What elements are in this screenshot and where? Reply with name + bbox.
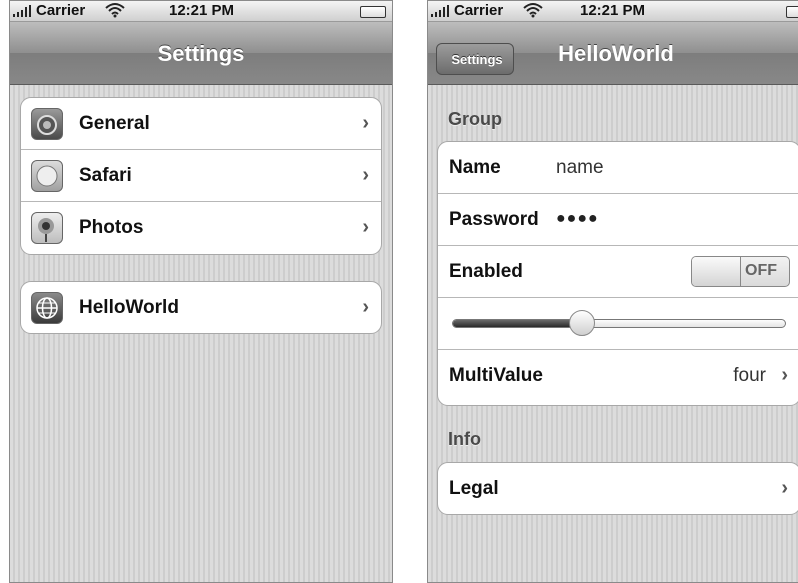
enabled-toggle[interactable]: OFF bbox=[691, 256, 790, 287]
settings-row-helloworld[interactable]: HelloWorld › bbox=[21, 282, 381, 333]
slider-fill bbox=[453, 320, 584, 327]
multivalue-value: four bbox=[733, 365, 766, 386]
row-label: Safari bbox=[79, 165, 132, 186]
slider-row bbox=[438, 298, 798, 350]
group-settings: Name name Password ●●●● Enabled OFF Mult… bbox=[437, 141, 798, 406]
settings-row-general[interactable]: General › bbox=[21, 98, 381, 150]
back-button[interactable]: Settings bbox=[436, 43, 514, 75]
compass-icon bbox=[31, 160, 63, 192]
multivalue-row[interactable]: MultiValue four › bbox=[438, 350, 798, 402]
slider-thumb[interactable] bbox=[569, 310, 596, 336]
toggle-state: OFF bbox=[745, 262, 777, 279]
slider-track[interactable] bbox=[452, 319, 786, 328]
legal-row[interactable]: Legal › bbox=[438, 463, 798, 514]
row-label: General bbox=[79, 113, 150, 134]
wifi-icon bbox=[105, 3, 125, 18]
signal-bars-icon bbox=[13, 5, 31, 17]
name-row[interactable]: Name name bbox=[438, 142, 798, 194]
settings-group-apps: General › Safari › Photos › bbox=[20, 97, 382, 255]
settings-group-custom: HelloWorld › bbox=[20, 281, 382, 334]
status-time: 12:21 PM bbox=[580, 2, 646, 19]
name-field[interactable]: name bbox=[556, 157, 604, 179]
battery-icon bbox=[786, 6, 798, 18]
section-header-group: Group bbox=[448, 109, 502, 129]
chevron-right-icon: › bbox=[781, 364, 788, 386]
navigation-bar: Settings bbox=[10, 22, 392, 85]
enabled-row: Enabled OFF bbox=[438, 246, 798, 298]
chevron-right-icon: › bbox=[362, 164, 369, 186]
carrier-label: Carrier bbox=[36, 2, 86, 19]
chevron-right-icon: › bbox=[781, 477, 788, 499]
globe-icon bbox=[31, 292, 63, 324]
group-info: Legal › bbox=[437, 462, 798, 515]
password-label: Password bbox=[449, 209, 539, 230]
status-time: 12:21 PM bbox=[169, 2, 235, 19]
wifi-icon bbox=[523, 3, 543, 18]
section-header-info: Info bbox=[448, 429, 481, 449]
page-title: Settings bbox=[157, 41, 245, 66]
chevron-right-icon: › bbox=[362, 296, 369, 318]
chevron-right-icon: › bbox=[362, 216, 369, 238]
settings-screen: Carrier 12:21 PM Settings General › Safa… bbox=[9, 0, 393, 583]
status-bar: Carrier 12:21 PM bbox=[10, 1, 392, 22]
settings-row-photos[interactable]: Photos › bbox=[21, 202, 381, 254]
legal-label: Legal bbox=[449, 478, 499, 499]
battery-icon bbox=[360, 6, 386, 18]
sunflower-icon bbox=[31, 212, 63, 244]
enabled-label: Enabled bbox=[449, 261, 523, 282]
helloworld-settings-screen: Carrier 12:21 PM Settings HelloWorld Gro… bbox=[427, 0, 798, 583]
signal-bars-icon bbox=[431, 5, 449, 17]
password-row[interactable]: Password ●●●● bbox=[438, 194, 798, 246]
password-field[interactable]: ●●●● bbox=[556, 210, 599, 228]
name-label: Name bbox=[449, 157, 501, 178]
status-bar: Carrier 12:21 PM bbox=[428, 1, 798, 22]
row-label: Photos bbox=[79, 217, 144, 238]
chevron-right-icon: › bbox=[362, 112, 369, 134]
row-label: HelloWorld bbox=[79, 297, 179, 318]
toggle-knob bbox=[692, 257, 741, 286]
gear-icon bbox=[31, 108, 63, 140]
back-button-label: Settings bbox=[451, 52, 503, 67]
settings-row-safari[interactable]: Safari › bbox=[21, 150, 381, 202]
navigation-bar: Settings HelloWorld bbox=[428, 22, 798, 85]
carrier-label: Carrier bbox=[454, 2, 504, 19]
page-title: HelloWorld bbox=[558, 41, 674, 66]
multivalue-label: MultiValue bbox=[449, 365, 543, 386]
